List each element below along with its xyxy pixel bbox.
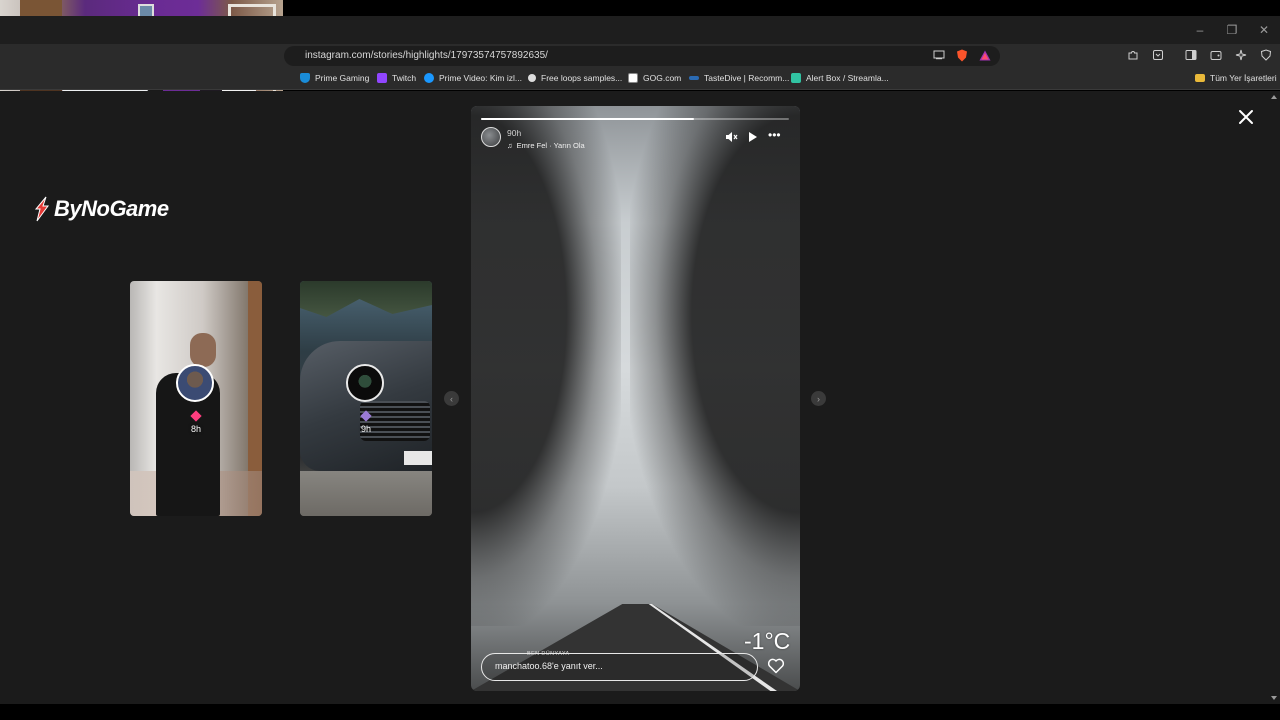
bookmark-tastedive[interactable]: TasteDive | Recomm... xyxy=(689,73,789,83)
like-heart-icon[interactable] xyxy=(767,657,785,675)
story-trees-left xyxy=(471,106,621,626)
play-button[interactable] xyxy=(748,131,758,146)
temperature-sticker: -1°C xyxy=(744,628,791,654)
bookmark-prime-video[interactable]: Prime Video: Kim izl... xyxy=(424,73,522,83)
preview-2-time: 9h xyxy=(360,424,371,434)
sidebar-icon[interactable] xyxy=(1184,48,1198,62)
story-author-avatar[interactable] xyxy=(481,127,501,147)
brave-rewards-icon[interactable] xyxy=(978,48,992,62)
close-icon[interactable] xyxy=(1236,107,1256,127)
story-music[interactable]: ♫ Emre Fel · Yarın Ola xyxy=(507,141,585,150)
chevron-right-icon: › xyxy=(817,393,820,404)
bookmark-free-loops[interactable]: Free loops samples... xyxy=(528,73,622,83)
mute-button[interactable] xyxy=(725,131,738,146)
scroll-up-icon[interactable] xyxy=(1271,95,1277,99)
twitch-icon xyxy=(377,73,387,83)
prime-video-icon xyxy=(424,73,434,83)
cast-icon[interactable] xyxy=(932,48,946,62)
story-progress-fill xyxy=(481,118,694,120)
bookmark-label: Prime Gaming xyxy=(315,73,370,83)
bookmark-label: Prime Video: Kim izl... xyxy=(439,73,522,83)
close-window-button[interactable]: ✕ xyxy=(1248,16,1280,44)
bookmark-prime-gaming[interactable]: Prime Gaming xyxy=(300,73,369,83)
story-progress-bar xyxy=(481,118,789,120)
story-header: 90h xyxy=(507,128,521,138)
address-url[interactable]: instagram.com/stories/highlights/1797357… xyxy=(305,50,548,61)
bookmark-twitch[interactable]: Twitch xyxy=(377,73,416,83)
more-icon: ••• xyxy=(768,128,781,142)
more-options-button[interactable]: ••• xyxy=(768,128,781,142)
bookmark-label: TasteDive | Recomm... xyxy=(704,73,790,83)
minimize-button[interactable]: – xyxy=(1184,16,1216,44)
free-loops-icon xyxy=(528,74,536,82)
streamlabs-icon xyxy=(791,73,801,83)
restore-button[interactable]: ❐ xyxy=(1216,16,1248,44)
previous-story-button[interactable]: ‹ xyxy=(444,391,459,406)
all-bookmarks-label: Tüm Yer İşaretleri xyxy=(1210,73,1277,83)
preview-2-avatar[interactable] xyxy=(346,364,384,402)
play-icon xyxy=(749,132,757,142)
leo-ai-icon[interactable] xyxy=(1234,48,1248,62)
active-story[interactable] xyxy=(471,106,800,691)
car-plate xyxy=(404,451,432,465)
reply-placeholder[interactable]: manchatoo.68'e yanıt ver... xyxy=(495,661,603,671)
next-story-button[interactable]: › xyxy=(811,391,826,406)
preview-1-time: 8h xyxy=(190,424,201,434)
reader-mode-icon[interactable] xyxy=(1151,48,1165,62)
chevron-left-icon: ‹ xyxy=(450,393,453,404)
story-music-label: Emre Fel · Yarın Ola xyxy=(516,141,585,150)
extensions-puzzle-icon[interactable] xyxy=(1126,48,1140,62)
bottom-letterbox xyxy=(0,704,1280,720)
scroll-down-icon[interactable] xyxy=(1271,696,1277,700)
bookmark-label: Free loops samples... xyxy=(541,73,623,83)
prime-gaming-icon xyxy=(300,73,310,83)
brave-shield-icon[interactable] xyxy=(955,48,969,62)
story-age: 90h xyxy=(507,128,522,138)
preview-1-avatar[interactable] xyxy=(176,364,214,402)
wallet-icon[interactable] xyxy=(1209,48,1223,62)
all-bookmarks-folder[interactable]: Tüm Yer İşaretleri xyxy=(1195,73,1277,83)
bookmark-label: GOG.com xyxy=(643,73,682,83)
story-trees-right xyxy=(630,106,800,626)
car-grille xyxy=(360,401,430,441)
preview-person-head xyxy=(190,333,216,367)
stream-brand: ByNoGame xyxy=(32,196,169,222)
tastedive-icon xyxy=(689,76,699,80)
music-note-icon: ♫ xyxy=(507,141,513,150)
address-bar-icons xyxy=(932,48,992,62)
extension-icons xyxy=(1126,48,1280,62)
bookmark-gog[interactable]: GOG.com xyxy=(628,73,681,83)
folder-icon xyxy=(1195,74,1205,82)
preview-ground xyxy=(300,471,432,516)
window-controls: – ❐ ✕ xyxy=(1184,16,1280,44)
bookmark-label: Twitch xyxy=(392,73,417,83)
bookmark-streamlabs[interactable]: Alert Box / Streamla... xyxy=(791,73,889,83)
preview-trees xyxy=(300,281,432,317)
brand-name: ByNoGame xyxy=(54,196,169,221)
speaker-muted-icon xyxy=(726,132,738,142)
bynogame-logo-icon xyxy=(34,196,49,222)
vertical-scrollbar[interactable] xyxy=(1268,91,1280,704)
browser-titlebar xyxy=(0,16,1280,44)
bookmark-label: Alert Box / Streamla... xyxy=(806,73,889,83)
gog-icon xyxy=(628,73,638,83)
vpn-shield-icon[interactable] xyxy=(1259,48,1273,62)
